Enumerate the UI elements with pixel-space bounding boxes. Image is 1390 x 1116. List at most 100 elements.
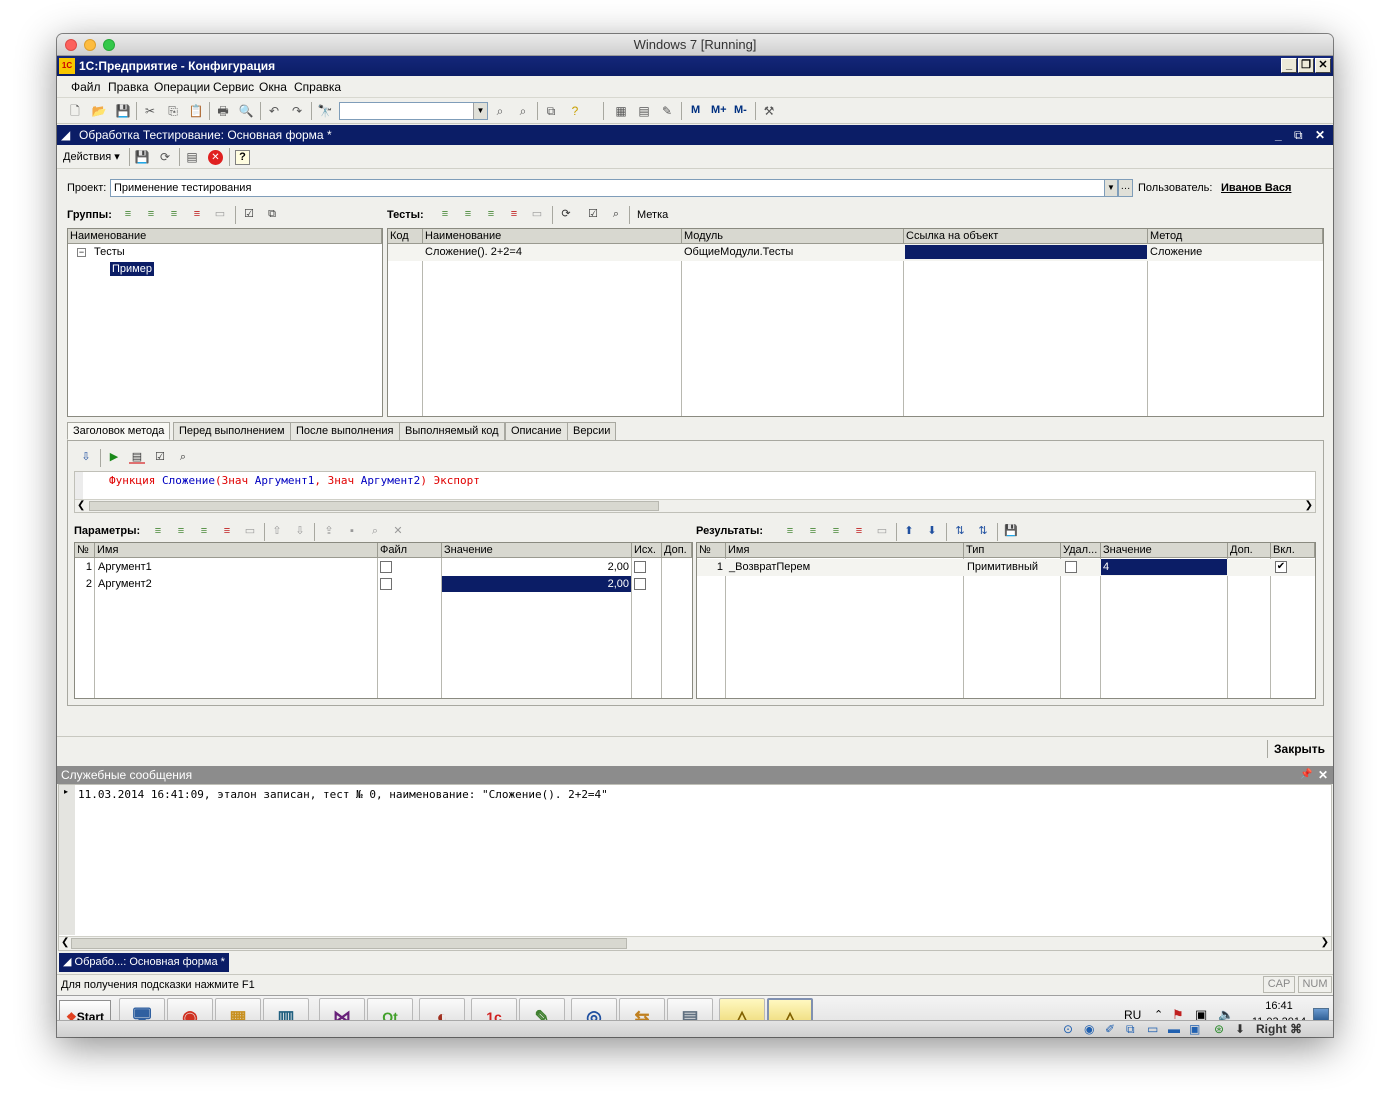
table-row[interactable]: 1 _ВозвратПерем Примитивный 4 ✔ (697, 559, 1315, 576)
table-row[interactable]: Сложение(). 2+2=4 ОбщиеМодули.Тесты Слож… (388, 244, 1323, 261)
calendar-icon[interactable]: ▦ (613, 103, 629, 119)
group-end-edit-icon[interactable]: ▭ (212, 207, 228, 221)
undo-icon[interactable]: ↶ (266, 103, 282, 119)
tab-description[interactable]: Описание (505, 422, 568, 440)
col-num[interactable]: № (75, 543, 95, 558)
messages-scroll-thumb[interactable] (71, 938, 627, 949)
vt-icon[interactable]: ⊛ (1214, 1022, 1224, 1036)
messages-close-icon[interactable]: ✕ (1318, 766, 1328, 784)
param-value[interactable]: 2,00 (442, 576, 631, 592)
group-add-icon[interactable]: ≡ (120, 207, 136, 221)
open-icon[interactable]: 📂 (91, 103, 107, 119)
messages-panel[interactable]: ▸ 11.03.2014 16:41:09, эталон записан, т… (58, 784, 1332, 951)
col-ref[interactable]: Ссылка на объект (904, 229, 1148, 244)
chevron-down-icon[interactable]: ▼ (473, 103, 487, 119)
report-icon[interactable]: ▤ (184, 149, 200, 165)
preview-icon[interactable]: 🔍 (238, 103, 254, 119)
calculator-icon[interactable]: ▤ (636, 103, 652, 119)
param-file-checkbox[interactable] (380, 578, 392, 590)
param-clear-icon[interactable]: ✕ (390, 524, 406, 538)
result-delete-checkbox[interactable] (1065, 561, 1077, 573)
actions-menu[interactable]: Действия ▾ (63, 150, 120, 163)
col-extra[interactable]: Доп. (662, 543, 692, 558)
hdd-icon[interactable]: ⊙ (1063, 1022, 1073, 1036)
window-tab[interactable]: ◢ Обрабо...: Основная форма * (59, 953, 229, 972)
code-scroll-thumb[interactable] (89, 501, 659, 511)
user-link[interactable]: Иванов Вася (1221, 182, 1291, 194)
tab-before[interactable]: Перед выполнением (173, 422, 291, 440)
project-field[interactable]: Применение тестирования (110, 179, 1105, 197)
test-find-icon[interactable]: ⌕ (608, 207, 624, 221)
col-code[interactable]: Код (388, 229, 423, 244)
col-module[interactable]: Модуль (682, 229, 904, 244)
save-icon[interactable]: 💾 (115, 103, 131, 119)
result-value[interactable]: 4 (1101, 559, 1227, 575)
param-copy-icon[interactable]: ≡ (196, 524, 212, 538)
refresh-icon[interactable]: ⟳ (157, 149, 173, 165)
result-copy-icon[interactable]: ≡ (828, 524, 844, 538)
project-select-button[interactable]: … (1118, 179, 1133, 197)
col-value[interactable]: Значение (442, 543, 632, 558)
pin-icon[interactable]: 📌 (1300, 766, 1312, 784)
close-button[interactable]: ✕ (1315, 58, 1331, 73)
messages-hscrollbar[interactable]: ❮ ❯ (59, 936, 1331, 950)
print-icon[interactable]: 🖶 (215, 103, 231, 119)
scroll-left-icon[interactable]: ❮ (61, 937, 69, 948)
param-add-child-icon[interactable]: ≡ (173, 524, 189, 538)
param-file-checkbox[interactable] (380, 561, 392, 573)
vbox-display-icon[interactable]: ▬ (1168, 1022, 1180, 1036)
zoom-traffic-light[interactable] (103, 39, 115, 51)
col-enabled[interactable]: Вкл. (1271, 543, 1315, 558)
param-find-icon[interactable]: ⌕ (367, 524, 383, 538)
scroll-right-icon[interactable]: ❯ (1321, 937, 1329, 948)
code-hscrollbar[interactable]: ❮ ❯ (75, 499, 1315, 512)
memory-plus-button[interactable]: M+ (711, 104, 727, 116)
minimize-button[interactable]: _ (1281, 58, 1297, 73)
tree-root[interactable]: Тесты (94, 246, 125, 258)
find-icon[interactable]: 🔭 (317, 103, 333, 119)
capture-icon[interactable]: ▣ (1189, 1022, 1200, 1036)
result-end-edit-icon[interactable]: ▭ (874, 524, 890, 538)
form-minimize-icon[interactable]: _ (1275, 125, 1282, 145)
param-end-edit-icon[interactable]: ▭ (242, 524, 258, 538)
tag-label[interactable]: Метка (637, 209, 668, 221)
new-icon[interactable]: 🗋 (67, 103, 83, 119)
table-row[interactable]: 1 Аргумент1 2,00 (75, 559, 692, 576)
col-pname[interactable]: Имя (95, 543, 378, 558)
result-add-icon[interactable]: ≡ (782, 524, 798, 538)
vbox-network-icon[interactable]: ⧉ (1126, 1022, 1135, 1037)
help-1c-icon[interactable]: ? (567, 103, 583, 119)
param-add-icon[interactable]: ≡ (150, 524, 166, 538)
group-add-child-icon[interactable]: ≡ (143, 207, 159, 221)
clipboard-icon[interactable]: ✎ (659, 103, 675, 119)
menu-service[interactable]: Сервис (213, 80, 254, 94)
result-delete-icon[interactable]: ≡ (851, 524, 867, 538)
tree-collapse-icon[interactable]: − (77, 248, 86, 257)
menu-operations[interactable]: Операции (154, 80, 210, 94)
form-save-icon[interactable]: 💾 (134, 149, 150, 165)
project-dropdown-icon[interactable]: ▼ (1104, 179, 1118, 197)
run-report-icon[interactable]: ▤ (129, 450, 145, 464)
col-orig[interactable]: Исх. (632, 543, 662, 558)
sort-desc-icon[interactable]: ⇅ (975, 524, 991, 538)
col-name[interactable]: Наименование (423, 229, 682, 244)
col-rname[interactable]: Имя (726, 543, 964, 558)
group-edit-icon[interactable]: ☑ (241, 207, 257, 221)
cut-icon[interactable]: ✂ (142, 103, 158, 119)
table-row[interactable]: 2 Аргумент2 2,00 (75, 576, 692, 593)
test-add-child-icon[interactable]: ≡ (460, 207, 476, 221)
memory-button[interactable]: M (691, 104, 700, 116)
stop-icon[interactable]: ✕ (208, 150, 223, 165)
param-up-icon[interactable]: ⇧ (269, 524, 285, 538)
form-restore-icon[interactable]: ⧉ (1294, 125, 1303, 145)
scroll-left-icon[interactable]: ❮ (77, 500, 85, 511)
result-up-icon[interactable]: ⬆ (901, 524, 917, 538)
paste-icon[interactable]: 📋 (188, 103, 204, 119)
param-delete-icon[interactable]: ≡ (219, 524, 235, 538)
save-method-icon[interactable]: ⇩ (78, 450, 94, 464)
menu-edit[interactable]: Правка (108, 80, 149, 94)
code-editor[interactable]: Функция Сложение(Знач Аргумент1, Знач Ар… (74, 471, 1316, 513)
copy-icon[interactable]: ⎘ (165, 103, 181, 119)
col-rextra[interactable]: Доп. (1228, 543, 1271, 558)
sort-asc-icon[interactable]: ⇅ (952, 524, 968, 538)
